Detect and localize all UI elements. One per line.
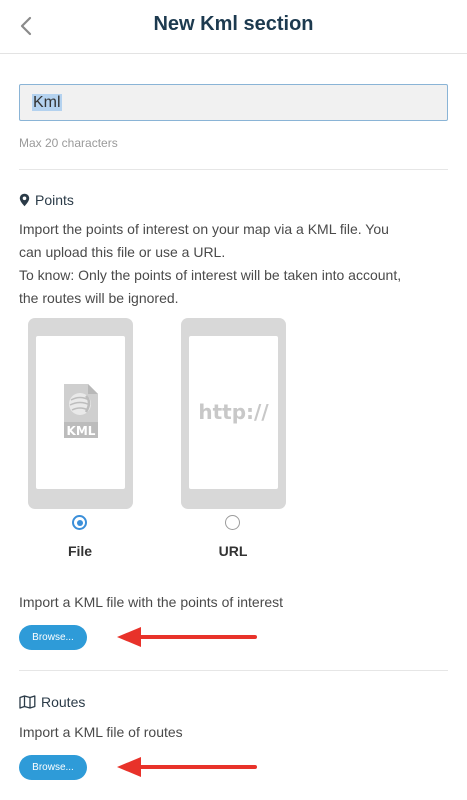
url-radio[interactable] [225,515,240,530]
points-import-label: Import a KML file with the points of int… [19,594,284,610]
phone-screen: http:// [189,336,278,489]
red-arrow-icon [117,627,257,647]
map-icon [19,695,36,709]
divider [19,670,448,671]
name-hint: Max 20 characters [19,136,118,150]
page-title: New Kml section [153,13,314,35]
svg-text:KML: KML [67,424,96,438]
section-name-input[interactable]: Kml [19,84,448,121]
description-line: the routes will be ignored. [19,290,179,306]
kml-file-icon: KML [64,384,98,438]
routes-title: Routes [41,694,86,710]
description-line: Import the points of interest on your ma… [19,221,389,237]
header-bar: New Kml section [0,0,467,54]
routes-import-label: Import a KML file of routes [19,724,183,740]
description-line: To know: Only the points of interest wil… [19,267,402,283]
map-marker-icon [19,193,30,207]
http-text: http:// [198,400,269,424]
url-option-label: URL [218,543,248,559]
file-option-card[interactable]: KML [28,318,133,509]
file-option-label: File [67,543,93,559]
phone-screen: KML [36,336,125,489]
url-option-card[interactable]: http:// [181,318,286,509]
routes-browse-button[interactable]: Browse... [19,755,87,780]
points-browse-button[interactable]: Browse... [19,625,87,650]
red-arrow-icon [117,757,257,777]
points-description: Import the points of interest on your ma… [19,218,449,310]
section-name-value: Kml [32,94,62,111]
divider [19,169,448,170]
description-line: can upload this file or use a URL. [19,244,226,260]
points-title: Points [35,192,74,208]
points-heading: Points [19,192,74,208]
file-radio[interactable] [72,515,87,530]
routes-heading: Routes [19,694,85,710]
